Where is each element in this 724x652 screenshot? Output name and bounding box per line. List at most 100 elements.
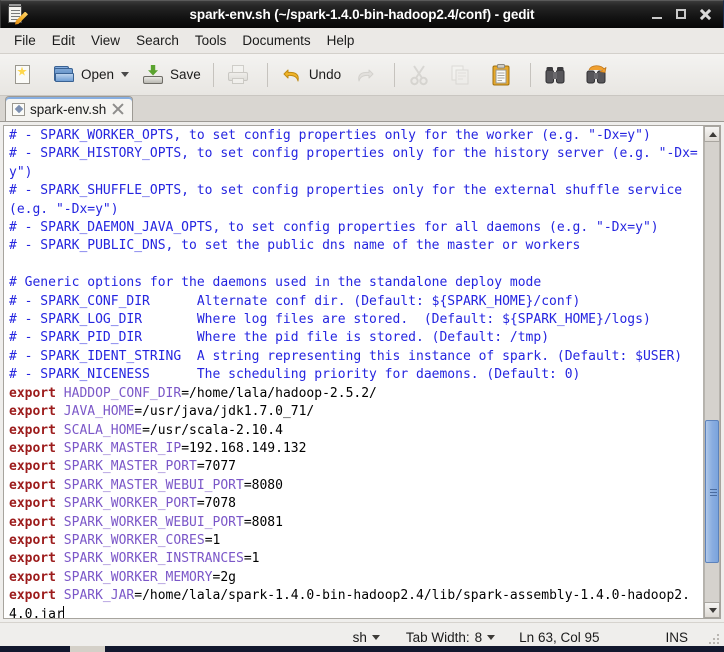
save-button[interactable]: Save: [136, 59, 206, 91]
cursor-position: Ln 63, Col 95: [519, 630, 599, 645]
language-selector[interactable]: sh: [353, 630, 380, 645]
taskbar-segment: [70, 646, 105, 652]
chevron-down-icon[interactable]: [121, 72, 130, 77]
code-line: # - SPARK_DAEMON_JAVA_OPTS, to set confi…: [9, 220, 659, 236]
code-line: # - SPARK_CONF_DIR Alternate conf dir. (…: [9, 293, 581, 309]
new-document-button[interactable]: [6, 59, 45, 91]
scrollbar-track[interactable]: [704, 142, 720, 602]
tab-label: spark-env.sh: [30, 101, 107, 117]
code-line: # - SPARK_WORKER_OPTS, to set config pro…: [9, 128, 651, 143]
redo-arrow-icon: [353, 63, 377, 87]
tab-bar: spark-env.sh: [0, 96, 724, 122]
clipboard-paste-icon: [489, 63, 513, 87]
code-line: export JAVA_HOME=/usr/java/jdk1.7.0_71/: [9, 404, 315, 420]
binoculars-find-icon: [543, 63, 567, 87]
resize-grip-icon[interactable]: [706, 631, 720, 645]
chevron-down-icon[interactable]: [487, 635, 496, 640]
menu-bar: File Edit View Search Tools Documents He…: [0, 28, 724, 54]
code-line: # Generic options for the daemons used i…: [9, 275, 542, 291]
code-line: export SCALA_HOME=/usr/scala-2.10.4: [9, 422, 283, 438]
code-line: export SPARK_MASTER_PORT=7077: [9, 459, 236, 475]
document-icon: [12, 102, 25, 116]
tab-spark-env-sh[interactable]: spark-env.sh: [5, 96, 134, 121]
window-title: spark-env.sh (~/spark-1.4.0-bin-hadoop2.…: [189, 7, 535, 22]
code-line: # - SPARK_IDENT_STRING A string represen…: [9, 348, 683, 364]
insert-mode-indicator[interactable]: INS: [665, 630, 688, 645]
save-disk-icon: [141, 63, 165, 87]
code-line: # - SPARK_HISTORY_OPTS, to set config pr…: [9, 146, 698, 180]
save-label: Save: [170, 67, 201, 82]
code-text-area[interactable]: # - SPARK_WORKER_OPTS, to set config pro…: [4, 126, 703, 618]
toolbar: Open Save Undo: [0, 54, 724, 96]
tab-width-value: 8: [474, 630, 483, 645]
open-label: Open: [81, 67, 115, 82]
tab-width-selector[interactable]: Tab Width: 8: [405, 630, 496, 645]
insert-mode-label: INS: [665, 630, 688, 645]
toolbar-separator: [266, 62, 268, 87]
tab-width-label: Tab Width:: [405, 630, 470, 645]
print-button[interactable]: [221, 59, 260, 91]
copy-icon: [448, 63, 472, 87]
scrollbar-thumb[interactable]: [705, 420, 719, 563]
code-line: # - SPARK_SHUFFLE_OPTS, to set config pr…: [9, 183, 690, 217]
toolbar-separator: [394, 62, 396, 87]
open-folder-icon: [52, 63, 76, 87]
code-line: # - SPARK_LOG_DIR Where log files are st…: [9, 312, 651, 328]
code-line: export SPARK_WORKER_CORES=1: [9, 532, 221, 548]
new-document-icon: [11, 63, 35, 87]
undo-button[interactable]: Undo: [275, 59, 346, 91]
close-icon[interactable]: [111, 102, 125, 116]
maximize-button[interactable]: [675, 8, 688, 21]
replace-button[interactable]: [579, 59, 618, 91]
scroll-down-arrow-icon[interactable]: [704, 602, 720, 618]
code-line: export SPARK_WORKER_WEBUI_PORT=8081: [9, 514, 283, 530]
editor-area: # - SPARK_WORKER_OPTS, to set config pro…: [0, 122, 724, 622]
open-button[interactable]: Open: [47, 59, 134, 91]
taskbar-segment: [0, 646, 70, 652]
minimize-button[interactable]: [651, 8, 664, 21]
code-line: # - SPARK_PUBLIC_DNS, to set the public …: [9, 238, 581, 254]
title-bar: spark-env.sh (~/spark-1.4.0-bin-hadoop2.…: [0, 0, 724, 28]
paste-button[interactable]: [484, 59, 523, 91]
desktop-taskbar-strip: [0, 646, 724, 652]
scroll-up-arrow-icon[interactable]: [704, 126, 720, 142]
menu-search[interactable]: Search: [128, 31, 187, 50]
scissors-icon: [407, 63, 431, 87]
window-controls: [651, 8, 723, 21]
gedit-notepad-pencil-icon: [7, 3, 28, 25]
menu-documents[interactable]: Documents: [234, 31, 318, 50]
undo-label: Undo: [308, 67, 342, 82]
code-line: export SPARK_WORKER_MEMORY=2g: [9, 569, 236, 585]
code-line: export SPARK_MASTER_IP=192.168.149.132: [9, 440, 307, 456]
find-button[interactable]: [538, 59, 577, 91]
menu-help[interactable]: Help: [319, 31, 363, 50]
binoculars-replace-icon: [584, 63, 608, 87]
editor-frame: # - SPARK_WORKER_OPTS, to set config pro…: [3, 125, 721, 619]
code-line: # - SPARK_PID_DIR Where the pid file is …: [9, 330, 550, 346]
menu-tools[interactable]: Tools: [187, 31, 235, 50]
close-button[interactable]: [699, 8, 712, 21]
code-line: export SPARK_JAR=/home/lala/spark-1.4.0-…: [9, 588, 690, 618]
chevron-down-icon[interactable]: [371, 635, 380, 640]
cut-button[interactable]: [402, 59, 441, 91]
copy-button[interactable]: [443, 59, 482, 91]
menu-view[interactable]: View: [83, 31, 128, 50]
cursor-position-label: Ln 63, Col 95: [519, 630, 600, 645]
vertical-scrollbar[interactable]: [703, 126, 720, 618]
code-line: # - SPARK_NICENESS The scheduling priori…: [9, 367, 581, 383]
toolbar-separator: [530, 62, 532, 87]
menu-file[interactable]: File: [6, 31, 44, 50]
code-line: export SPARK_WORKER_PORT=7078: [9, 496, 236, 512]
menu-edit[interactable]: Edit: [44, 31, 83, 50]
language-label: sh: [352, 630, 367, 645]
printer-icon: [226, 63, 250, 87]
redo-button[interactable]: [348, 59, 387, 91]
code-line: export SPARK_WORKER_INSTRANCES=1: [9, 551, 260, 567]
code-line: export SPARK_MASTER_WEBUI_PORT=8080: [9, 477, 283, 493]
taskbar-segment: [105, 646, 724, 652]
toolbar-separator: [212, 62, 214, 87]
code-line: export HADDOP_CONF_DIR=/home/lala/hadoop…: [9, 385, 377, 401]
gedit-window: spark-env.sh (~/spark-1.4.0-bin-hadoop2.…: [0, 0, 724, 652]
text-caret: [62, 605, 64, 618]
